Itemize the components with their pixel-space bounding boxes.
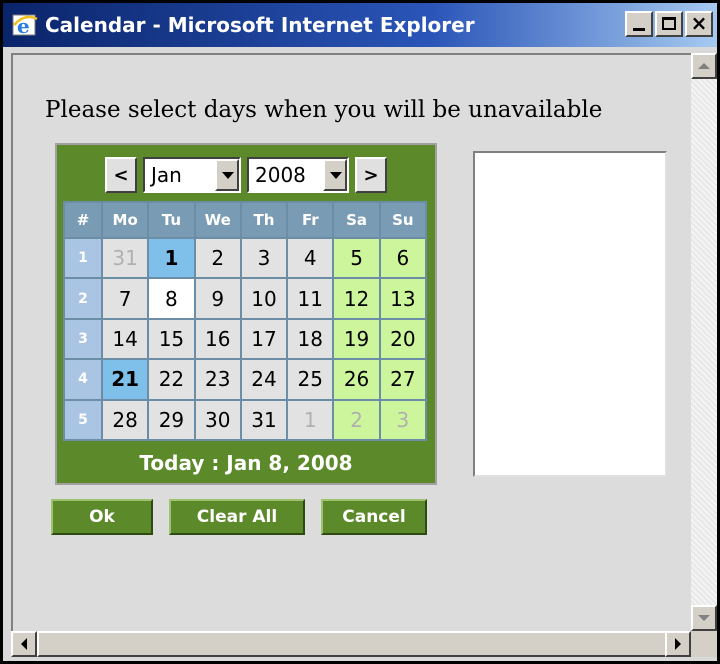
calendar-day[interactable]: 27: [380, 360, 425, 399]
calendar-day[interactable]: 20: [380, 319, 425, 359]
calendar: < Jan 2008 > # Mo Tu We Th Fr Sa Su 1 31…: [55, 143, 437, 485]
window-title: Calendar - Microsoft Internet Explorer: [45, 13, 475, 37]
calendar-day[interactable]: 23: [195, 360, 240, 399]
week-number-header: #: [65, 203, 101, 237]
calendar-day-selected[interactable]: 21: [103, 360, 148, 399]
week-number: 4: [65, 360, 101, 399]
chevron-down-icon: [698, 615, 710, 621]
calendar-day[interactable]: 29: [149, 400, 194, 439]
week-number: 3: [65, 319, 101, 359]
calendar-day[interactable]: 18: [288, 319, 333, 359]
calendar-day[interactable]: 15: [149, 319, 194, 359]
calendar-day-today[interactable]: 8: [149, 279, 194, 318]
window-controls: ×: [625, 11, 713, 37]
cancel-button[interactable]: Cancel: [321, 499, 427, 535]
calendar-day[interactable]: 11: [288, 279, 333, 318]
calendar-day[interactable]: 3: [380, 400, 425, 439]
instruction-text: Please select days when you will be unav…: [45, 97, 603, 123]
week-number: 2: [65, 279, 101, 318]
calendar-day[interactable]: 24: [241, 360, 287, 399]
vertical-scrollbar[interactable]: [691, 53, 717, 631]
calendar-day[interactable]: 3: [241, 239, 287, 278]
ok-button[interactable]: Ok: [51, 499, 153, 535]
month-select[interactable]: Jan: [143, 157, 241, 193]
month-value: Jan: [151, 163, 182, 187]
calendar-day[interactable]: 12: [334, 279, 379, 318]
chevron-right-icon: [675, 638, 681, 650]
weekday-header: Su: [380, 203, 425, 237]
year-select[interactable]: 2008: [247, 157, 349, 193]
weekday-header: Fr: [288, 203, 333, 237]
calendar-day[interactable]: 31: [241, 400, 287, 439]
calendar-day[interactable]: 13: [380, 279, 425, 318]
calendar-day[interactable]: 1: [288, 400, 333, 439]
calendar-day[interactable]: 7: [103, 279, 148, 318]
calendar-day[interactable]: 14: [103, 319, 148, 359]
minimize-button[interactable]: [625, 11, 653, 37]
chevron-left-icon: [21, 638, 27, 650]
calendar-day[interactable]: 28: [103, 400, 148, 439]
week-number: 1: [65, 239, 101, 278]
weekday-header: Th: [241, 203, 287, 237]
calendar-day[interactable]: 2: [195, 239, 240, 278]
next-month-button[interactable]: >: [355, 157, 387, 193]
calendar-day[interactable]: 26: [334, 360, 379, 399]
scroll-right-button[interactable]: [665, 631, 691, 657]
scroll-left-button[interactable]: [11, 631, 37, 657]
week-number: 5: [65, 400, 101, 439]
maximize-icon: [662, 17, 676, 30]
calendar-day[interactable]: 4: [288, 239, 333, 278]
selected-days-list[interactable]: [473, 151, 667, 477]
horizontal-scrollbar[interactable]: [11, 631, 691, 657]
calendar-day[interactable]: 10: [241, 279, 287, 318]
weekday-header: Mo: [103, 203, 148, 237]
calendar-navigation: < Jan 2008 >: [57, 153, 435, 197]
calendar-day[interactable]: 25: [288, 360, 333, 399]
chevron-down-icon[interactable]: [215, 159, 239, 191]
close-button[interactable]: ×: [685, 11, 713, 37]
maximize-button[interactable]: [655, 11, 683, 37]
calendar-day[interactable]: 2: [334, 400, 379, 439]
prev-month-button[interactable]: <: [105, 157, 137, 193]
scroll-up-button[interactable]: [691, 53, 717, 79]
calendar-day[interactable]: 16: [195, 319, 240, 359]
calendar-day[interactable]: 6: [380, 239, 425, 278]
clear-all-button[interactable]: Clear All: [169, 499, 305, 535]
calendar-day[interactable]: 9: [195, 279, 240, 318]
weekday-header: Tu: [149, 203, 194, 237]
page-content: Please select days when you will be unav…: [11, 53, 691, 631]
calendar-day[interactable]: 19: [334, 319, 379, 359]
minimize-icon: [633, 28, 645, 31]
calendar-day-selected[interactable]: 1: [149, 239, 194, 278]
year-value: 2008: [255, 163, 306, 187]
calendar-day[interactable]: 17: [241, 319, 287, 359]
calendar-day[interactable]: 30: [195, 400, 240, 439]
horizontal-scroll-thumb[interactable]: [37, 631, 667, 657]
close-icon: ×: [690, 11, 708, 35]
internet-explorer-icon: e: [12, 14, 38, 38]
scroll-down-button[interactable]: [691, 605, 717, 631]
chevron-up-icon: [698, 63, 710, 69]
calendar-day[interactable]: 5: [334, 239, 379, 278]
calendar-day[interactable]: 22: [149, 360, 194, 399]
weekday-header: Sa: [334, 203, 379, 237]
weekday-header: We: [195, 203, 240, 237]
chevron-down-icon[interactable]: [323, 159, 347, 191]
scrollbar-corner: [691, 631, 717, 657]
browser-window: e Calendar - Microsoft Internet Explorer…: [0, 0, 720, 664]
title-bar[interactable]: e Calendar - Microsoft Internet Explorer…: [3, 3, 717, 47]
calendar-grid: # Mo Tu We Th Fr Sa Su 1 31 1 2 3 4 5 6 …: [63, 201, 427, 441]
today-label[interactable]: Today : Jan 8, 2008: [57, 445, 435, 481]
calendar-day[interactable]: 31: [103, 239, 148, 278]
